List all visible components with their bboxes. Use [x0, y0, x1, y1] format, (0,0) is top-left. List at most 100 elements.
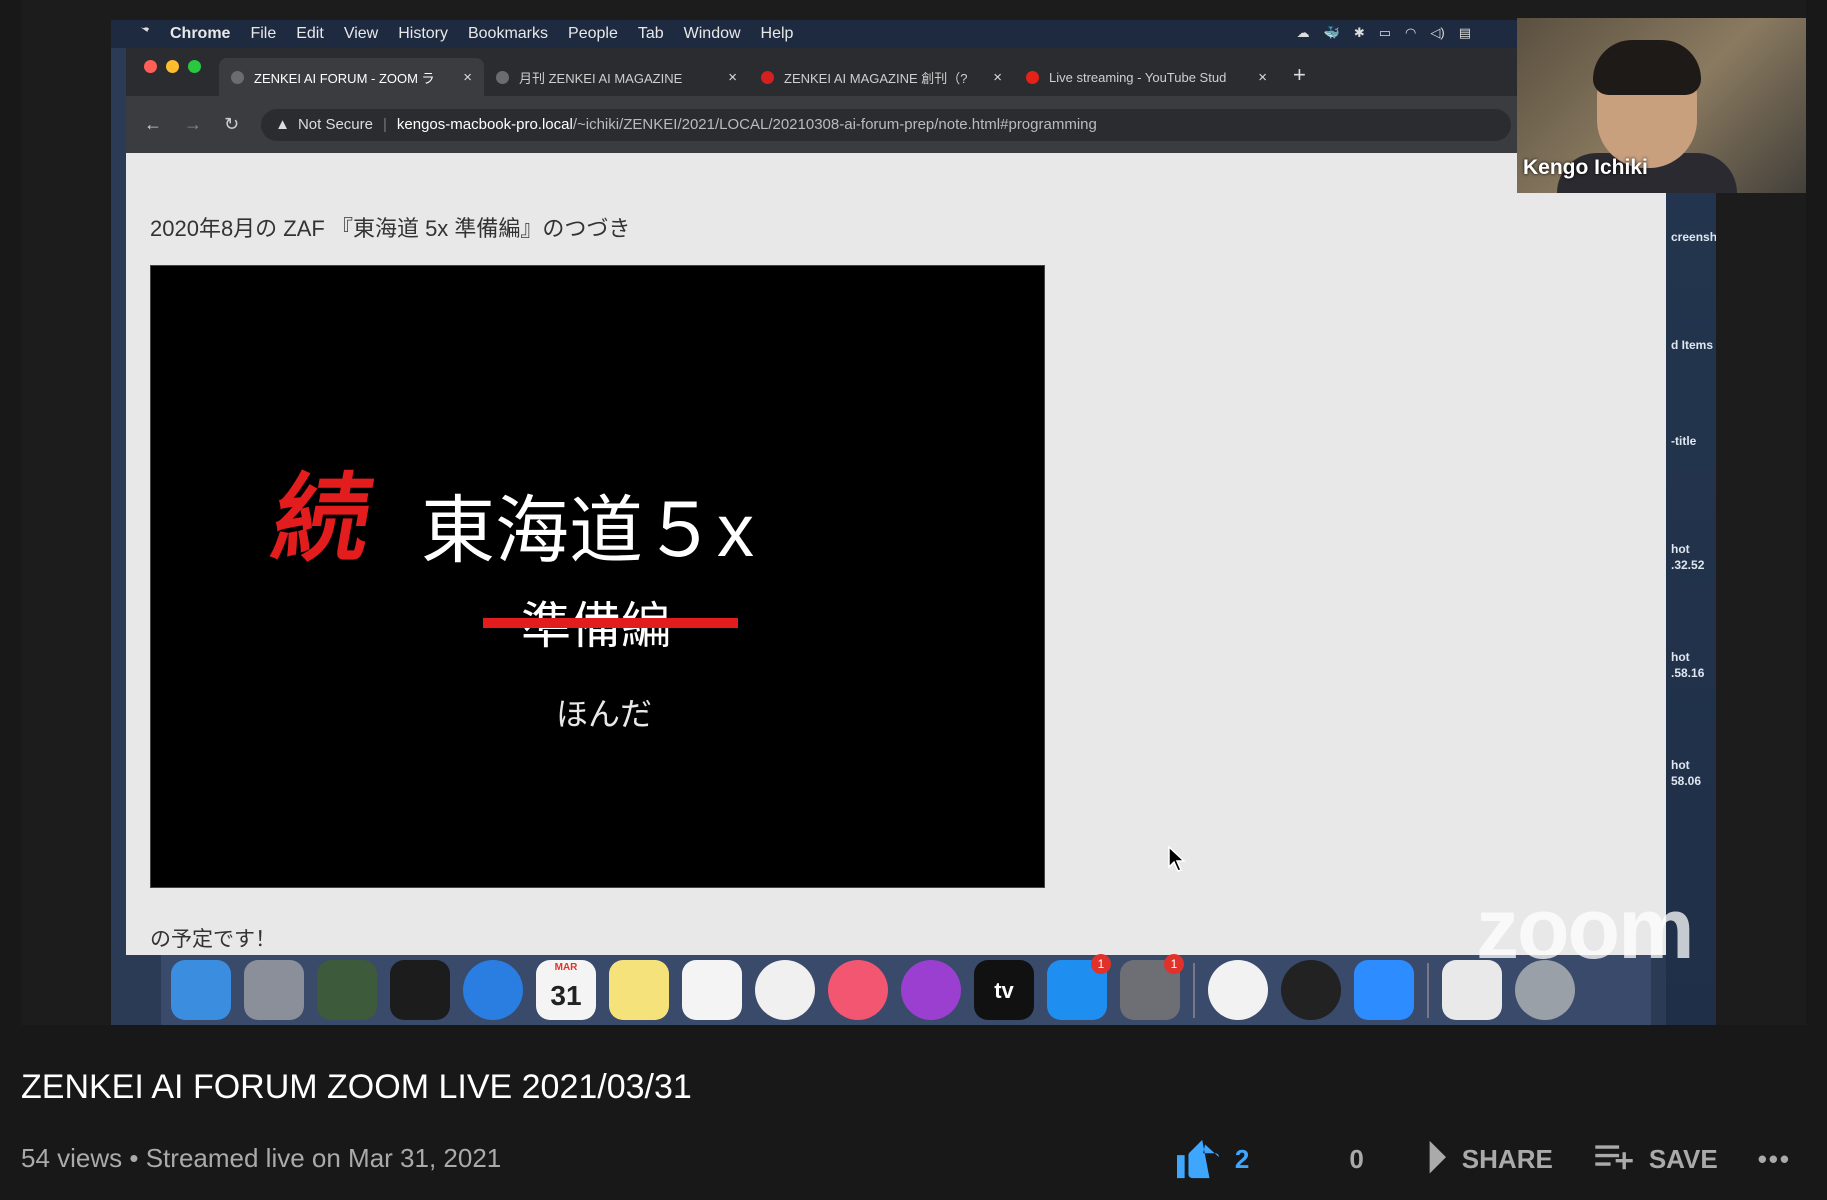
notes-icon[interactable] — [609, 960, 669, 1020]
keyboard-icon[interactable]: ▤ — [1459, 25, 1471, 41]
browser-tab[interactable]: ZENKEI AI MAGAZINE 創刊（? × — [749, 58, 1014, 96]
tab-title: Live streaming - YouTube Stud — [1049, 69, 1227, 85]
close-tab-icon[interactable]: × — [1258, 69, 1267, 86]
share-arrow-icon — [1403, 1139, 1446, 1174]
close-window-button[interactable] — [144, 60, 157, 73]
window-controls — [144, 60, 201, 73]
url-text: kengos-macbook-pro.local/~ichiki/ZENKEI/… — [397, 116, 1097, 133]
x11-icon[interactable] — [1281, 960, 1341, 1020]
close-tab-icon[interactable]: × — [463, 69, 472, 86]
menu-item-bookmarks[interactable]: Bookmarks — [468, 25, 548, 43]
desktop-icon-label[interactable]: d Items — [1671, 338, 1713, 352]
browser-window: ZENKEI AI FORUM - ZOOM ラ × 月刊 ZENKEI AI MA… — [126, 48, 1666, 153]
volume-icon[interactable]: ◁) — [1430, 25, 1444, 41]
music-icon[interactable] — [828, 960, 888, 1020]
warning-icon: ▲ — [275, 116, 290, 133]
video-meta: 54 views • Streamed live on Mar 31, 2021 — [21, 1143, 501, 1174]
bluetooth-icon[interactable]: ✱ — [1354, 25, 1365, 41]
address-divider: | — [383, 116, 387, 133]
menu-app-name[interactable]: Chrome — [170, 25, 230, 43]
menu-item-people[interactable]: People — [568, 25, 618, 43]
participant-video[interactable]: Kengo Ichiki — [1517, 18, 1806, 193]
desktop-icon-label[interactable]: creensh — [1671, 230, 1716, 244]
save-label: SAVE — [1648, 1143, 1718, 1174]
browser-tab[interactable]: 月刊 ZENKEI AI MAGAZINE × — [484, 58, 749, 96]
reminders-icon[interactable] — [682, 960, 742, 1020]
strikethrough-line — [483, 618, 738, 628]
menu-item-history[interactable]: History — [398, 25, 448, 43]
menu-item-file[interactable]: File — [250, 25, 276, 43]
slide-prefix: 続 — [264, 463, 381, 575]
like-count: 2 — [1234, 1143, 1250, 1174]
back-arrow-icon[interactable]: ← — [144, 114, 162, 135]
new-tab-button[interactable]: + — [1293, 62, 1306, 88]
favicon-icon — [761, 70, 774, 84]
desktop-icon-label[interactable]: hot — [1671, 650, 1690, 664]
safari-icon[interactable] — [463, 960, 523, 1020]
share-button[interactable]: SHARE — [1403, 1139, 1553, 1179]
more-dots-icon: ••• — [1757, 1143, 1791, 1174]
page-footnote: の予定です！ — [150, 928, 276, 951]
reload-icon[interactable]: ↻ — [224, 114, 239, 135]
calendar-icon[interactable]: 31 MAR — [536, 960, 596, 1020]
menu-item-window[interactable]: Window — [684, 25, 741, 43]
favicon-icon — [1026, 70, 1039, 84]
launchpad-icon[interactable] — [244, 960, 304, 1020]
menu-item-edit[interactable]: Edit — [296, 25, 324, 43]
close-tab-icon[interactable]: × — [993, 69, 1002, 86]
video-player[interactable]: creensh d Items -title hot .32.52 hot .58.16 ho… — [21, 0, 1806, 1025]
save-button[interactable]: SAVE — [1593, 1142, 1718, 1176]
tab-title: 月刊 ZENKEI AI MAGAZINE — [519, 70, 683, 86]
dock-icon-text: 31 — [550, 980, 582, 1011]
terminal-icon[interactable] — [390, 960, 450, 1020]
mouse-pointer-icon — [1168, 846, 1186, 872]
system-preferences-icon[interactable]: 1 — [1120, 954, 1184, 1020]
chrome-icon[interactable] — [1208, 960, 1268, 1020]
apple-icon[interactable] — [136, 23, 150, 45]
wifi-icon[interactable]: ◠ — [1405, 25, 1416, 41]
zoom-window-button[interactable] — [188, 60, 201, 73]
browser-tab[interactable]: Live streaming - YouTube Stud × — [1014, 58, 1279, 96]
security-label[interactable]: Not Secure — [298, 116, 373, 133]
slide-title: 東海道５x — [421, 489, 754, 572]
apple-tv-icon[interactable]: tv — [974, 960, 1034, 1020]
thumbs-down-icon — [1289, 1138, 1335, 1180]
podcasts-icon[interactable] — [901, 960, 961, 1020]
menu-item-help[interactable]: Help — [761, 25, 794, 43]
shared-screen: creensh d Items -title hot .32.52 hot .58.16 ho… — [111, 20, 1716, 1025]
photos-icon[interactable] — [755, 960, 815, 1020]
app-store-icon[interactable]: 1 — [1047, 954, 1111, 1020]
playlist-add-icon — [1595, 1145, 1633, 1170]
mission-control-icon[interactable] — [317, 960, 377, 1020]
toolbar: ← → ↻ ▲ Not Secure | kengos-macbook-pro.… — [126, 96, 1666, 153]
desktop-icon-label[interactable]: .58.16 — [1671, 666, 1704, 680]
menu-item-view[interactable]: View — [344, 25, 378, 43]
desktop-icon-label[interactable]: 58.06 — [1671, 774, 1701, 788]
desktop-icon-label[interactable]: -title — [1671, 434, 1696, 448]
tab-title: ZENKEI AI MAGAZINE 創刊（? — [784, 70, 968, 86]
tab-strip: ZENKEI AI FORUM - ZOOM ラ × 月刊 ZENKEI AI MA… — [126, 48, 1666, 96]
more-actions-button[interactable]: ••• — [1758, 1144, 1791, 1175]
like-button[interactable]: 2 — [1175, 1138, 1249, 1180]
menu-item-tab[interactable]: Tab — [638, 25, 664, 43]
close-tab-icon[interactable]: × — [728, 69, 737, 86]
page-heading: 2020年8月の ZAF 『東海道 5x 準備編』のつづき — [150, 216, 631, 241]
dislike-button[interactable]: 0 — [1289, 1138, 1363, 1180]
creative-cloud-icon[interactable]: ☁ — [1297, 25, 1310, 41]
participant-name: Kengo Ichiki — [1523, 156, 1648, 179]
battery-icon[interactable]: ▭ — [1379, 25, 1391, 41]
zoom-icon[interactable] — [1354, 960, 1414, 1020]
address-bar[interactable]: ▲ Not Secure | kengos-macbook-pro.local/… — [261, 108, 1512, 141]
forward-arrow-icon[interactable]: → — [184, 114, 202, 135]
docker-icon[interactable]: 🐳 — [1324, 25, 1340, 41]
notification-badge: 1 — [1091, 954, 1111, 974]
minimize-window-button[interactable] — [166, 60, 179, 73]
slide-author: ほんだ — [556, 696, 653, 732]
video-title: ZENKEI AI FORUM ZOOM LIVE 2021/03/31 — [21, 1068, 692, 1106]
finder-icon[interactable] — [171, 960, 231, 1020]
browser-tab[interactable]: ZENKEI AI FORUM - ZOOM ラ × — [219, 58, 484, 96]
menu-items: File Edit View History Bookmarks People Tab Win… — [250, 25, 813, 43]
desktop-icon-label[interactable]: .32.52 — [1671, 558, 1704, 572]
desktop-icon-label[interactable]: hot — [1671, 758, 1690, 772]
desktop-icon-label[interactable]: hot — [1671, 542, 1690, 556]
